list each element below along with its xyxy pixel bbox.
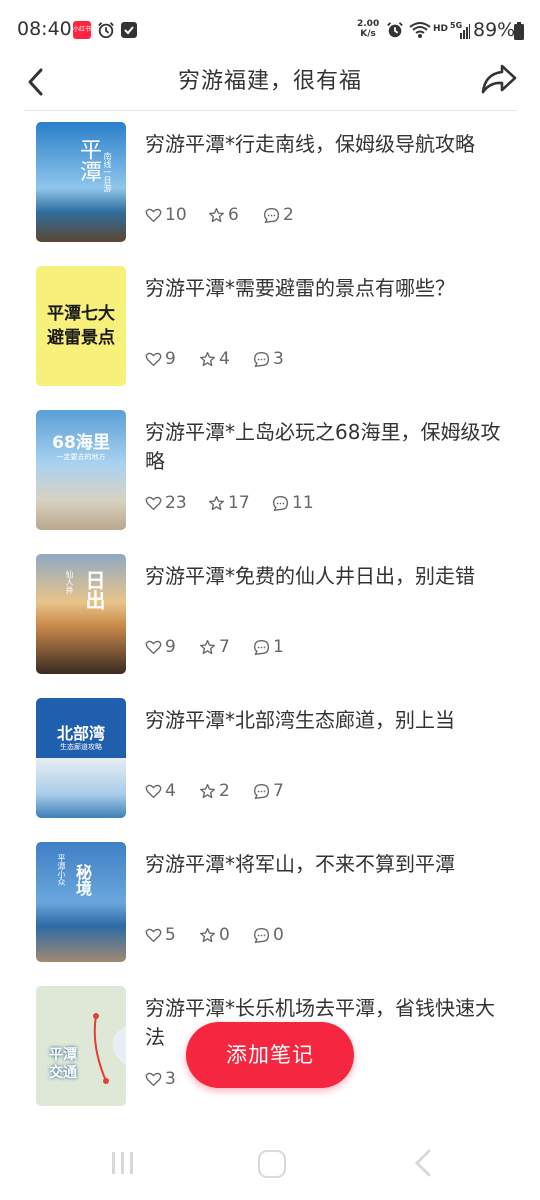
thumbnail-subtext: 生态廊道攻略: [60, 743, 102, 751]
note-title: 穷游平潭*北部湾生态廊道，别上当: [145, 708, 455, 732]
note-thumbnail: 北部湾 生态廊道攻略: [36, 698, 126, 818]
list-item[interactable]: 秘境 平潭小众 穷游平潭*将军山，不来不算到平潭 5 0 0: [0, 842, 540, 962]
list-item[interactable]: 北部湾 生态廊道攻略 穷游平潭*北部湾生态廊道，别上当 4 2 7: [0, 698, 540, 818]
home-icon[interactable]: [258, 1150, 286, 1178]
thumbnail-text: 68海里: [52, 433, 110, 453]
like-count: 5: [165, 925, 176, 945]
like-count: 23: [165, 493, 187, 513]
note-title: 穷游平潭*需要避雷的景点有哪些？: [145, 276, 455, 300]
star-icon: [200, 784, 215, 799]
alarm-icon: [98, 22, 114, 39]
alarm-status-icon: [387, 22, 403, 38]
battery-percent: 89%: [473, 19, 516, 41]
star-icon: [209, 496, 224, 511]
add-note-button[interactable]: 添加笔记: [186, 1022, 354, 1088]
note-thumbnail: 秘境 平潭小众: [36, 842, 126, 962]
status-time: 08:40: [17, 18, 72, 40]
recent-apps-icon[interactable]: [110, 1150, 136, 1176]
heart-icon: [145, 352, 162, 367]
system-nav-bar: [0, 1130, 540, 1200]
thumbnail-text: 秘境: [73, 864, 92, 896]
star-icon: [200, 928, 215, 943]
like-count: 3: [165, 1069, 176, 1089]
favorite-count: 2: [219, 781, 230, 801]
note-title: 穷游平潭*行走南线，保姆级导航攻略: [145, 132, 475, 156]
comment-icon: [254, 784, 269, 800]
heart-icon: [145, 1072, 162, 1087]
thumbnail-text: 日出: [82, 570, 106, 610]
note-thumbnail: 平潭七大避雷景点: [36, 266, 126, 386]
star-icon: [209, 208, 224, 223]
comment-count: 3: [273, 349, 284, 369]
comment-count: 0: [273, 925, 284, 945]
star-icon: [200, 352, 215, 367]
system-back-icon[interactable]: [412, 1148, 434, 1178]
thumbnail-text: 平潭: [76, 138, 101, 182]
thumbnail-subtext: 仙人井: [65, 570, 74, 594]
share-icon[interactable]: [480, 61, 518, 97]
note-title: 穷游平潭*将军山，不来不算到平潭: [145, 852, 455, 876]
note-thumbnail: 平潭 南线一日游: [36, 122, 126, 242]
comment-icon: [254, 352, 269, 368]
thumbnail-subtext: 平潭小众: [57, 854, 66, 886]
heart-icon: [145, 208, 162, 223]
network-speed: 2.00 K/s: [357, 19, 379, 39]
list-item[interactable]: 平潭七大避雷景点 穷游平潭*需要避雷的景点有哪些？ 9 4 3: [0, 266, 540, 386]
thumbnail-text: 平潭交通: [49, 1047, 77, 1081]
note-title: 穷游平潭*免费的仙人井日出，别走错: [145, 564, 475, 588]
comment-count: 1: [273, 637, 284, 657]
thumbnail-text: 北部湾: [56, 724, 105, 743]
like-count: 9: [165, 637, 176, 657]
like-count: 10: [165, 205, 187, 225]
thumbnail-subtext: 一定要去的地方: [56, 453, 106, 461]
comment-icon: [254, 928, 269, 944]
star-icon: [200, 640, 215, 655]
comment-count: 11: [292, 493, 314, 513]
status-bar: 08:40 小红书 2.00 K/s HD 5G 89%: [0, 0, 540, 60]
checkbox-notification-icon: [121, 22, 137, 38]
favorite-count: 0: [219, 925, 230, 945]
nav-divider: [24, 110, 517, 111]
note-title: 穷游平潭*上岛必玩之68海里，保姆级攻略: [145, 420, 501, 473]
heart-icon: [145, 496, 162, 511]
thumbnail-text: 平潭七大避雷景点: [47, 304, 115, 348]
note-thumbnail: 日出 仙人井: [36, 554, 126, 674]
speed-unit: K/s: [360, 29, 376, 39]
heart-icon: [145, 928, 162, 943]
app-notification-icon: 小红书: [73, 21, 91, 39]
top-nav-bar: 穷游福建，很有福: [0, 55, 540, 111]
favorite-count: 17: [228, 493, 250, 513]
heart-icon: [145, 640, 162, 655]
page-title: 穷游福建，很有福: [177, 69, 362, 94]
signal-icon: 5G: [450, 21, 470, 39]
comment-count: 7: [273, 781, 284, 801]
favorite-count: 4: [219, 349, 230, 369]
note-thumbnail: 68海里 一定要去的地方: [36, 410, 126, 530]
list-item[interactable]: 68海里 一定要去的地方 穷游平潭*上岛必玩之68海里，保姆级攻略 23 17 …: [0, 410, 540, 530]
comment-icon: [254, 640, 269, 656]
speed-value: 2.00: [357, 19, 380, 29]
list-item[interactable]: 平潭 南线一日游 穷游平潭*行走南线，保姆级导航攻略 10 6 2: [0, 122, 540, 242]
battery-icon: [514, 22, 524, 40]
comment-icon: [264, 208, 279, 224]
comment-icon: [273, 496, 288, 512]
like-count: 9: [165, 349, 176, 369]
svg-text:5G: 5G: [450, 21, 462, 30]
like-count: 4: [165, 781, 176, 801]
favorite-count: 7: [219, 637, 230, 657]
comment-count: 2: [283, 205, 294, 225]
thumbnail-subtext: 南线一日游: [103, 152, 112, 192]
list-item[interactable]: 日出 仙人井 穷游平潭*免费的仙人井日出，别走错 9 7 1: [0, 554, 540, 674]
hd-indicator: HD: [433, 24, 449, 34]
heart-icon: [145, 784, 162, 799]
favorite-count: 6: [228, 205, 239, 225]
note-thumbnail: 平潭交通: [36, 986, 126, 1106]
wifi-icon: [409, 22, 431, 38]
